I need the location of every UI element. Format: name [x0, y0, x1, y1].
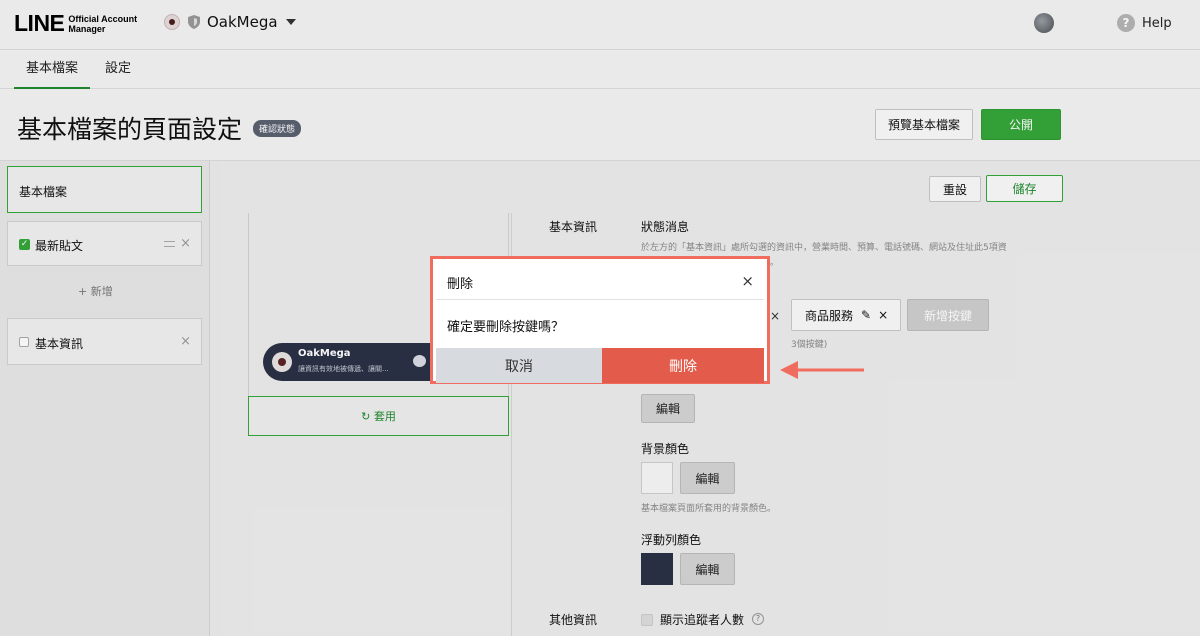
dialog-title: 刪除	[447, 277, 474, 292]
delete-button[interactable]: 刪除	[602, 348, 764, 383]
arrow-left-icon	[780, 361, 864, 379]
dialog-highlight-frame: 刪除 × 確定要刪除按鍵嗎？ 取消 刪除	[430, 256, 770, 384]
delete-confirm-dialog: 刪除 × 確定要刪除按鍵嗎？ 取消 刪除	[436, 262, 764, 383]
dialog-message: 確定要刪除按鍵嗎？	[447, 320, 565, 335]
close-icon[interactable]: ×	[741, 272, 754, 290]
cancel-button[interactable]: 取消	[436, 348, 602, 383]
dialog-header: 刪除 ×	[436, 262, 764, 300]
